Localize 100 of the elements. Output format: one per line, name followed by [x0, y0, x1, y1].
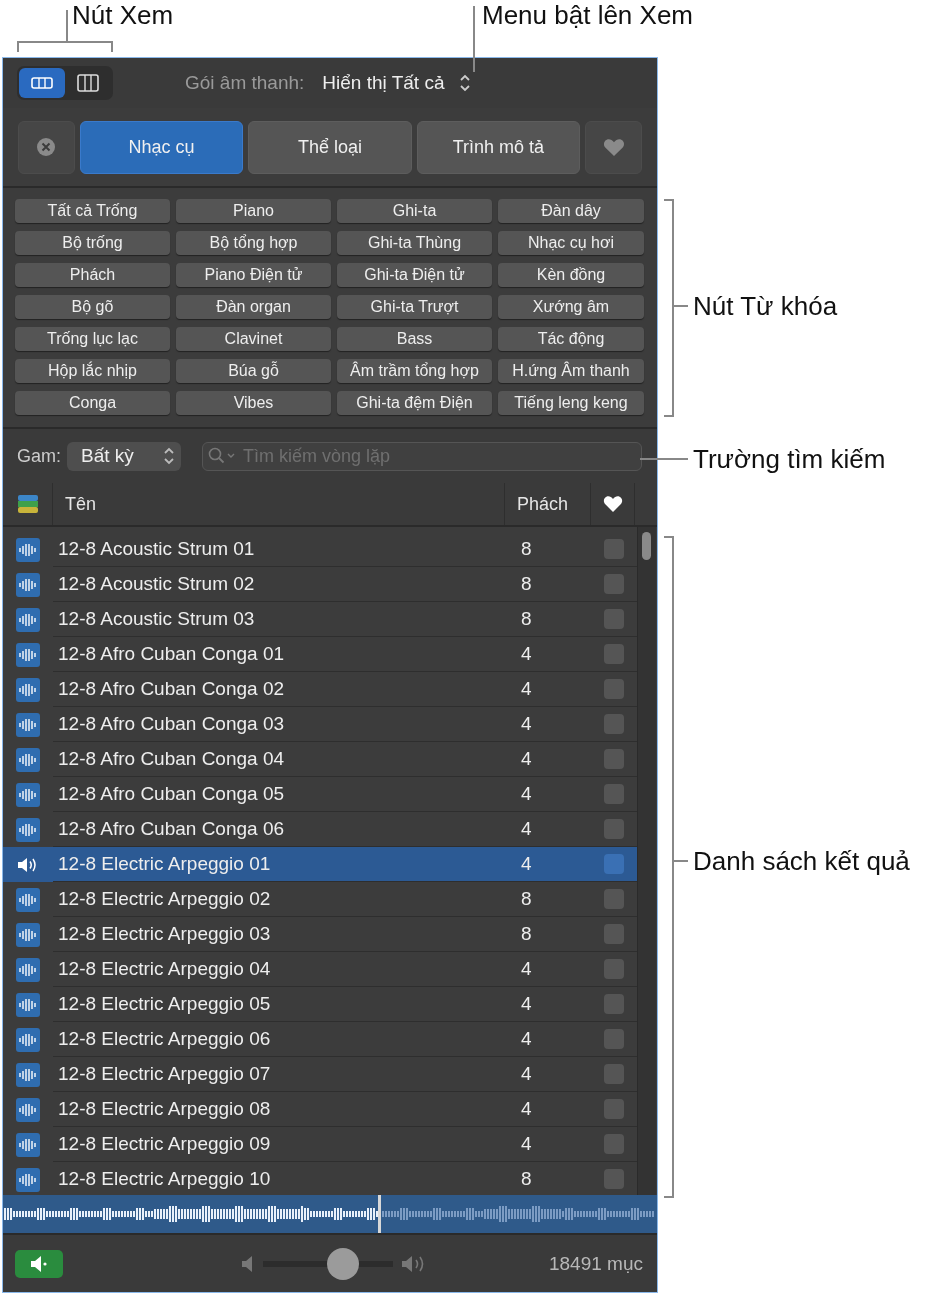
favorite-checkbox[interactable] [604, 784, 624, 804]
heart-icon[interactable] [602, 495, 623, 513]
keyword-button[interactable]: Piano Điện tử [176, 263, 331, 287]
table-row[interactable]: 12-8 Electric Arpeggio 07 4 [3, 1057, 637, 1092]
beats-value: 4 [511, 672, 591, 707]
table-row[interactable]: 12-8 Acoustic Strum 03 8 [3, 602, 637, 637]
favorite-checkbox[interactable] [604, 539, 624, 559]
table-row[interactable]: 12-8 Afro Cuban Conga 04 4 [3, 742, 637, 777]
keyword-button[interactable]: Tác động [498, 327, 644, 351]
table-row[interactable]: 12-8 Afro Cuban Conga 01 4 [3, 637, 637, 672]
keyword-button[interactable]: Conga [15, 391, 170, 415]
keyword-button[interactable]: Bass [337, 327, 492, 351]
favorite-checkbox[interactable] [604, 1029, 624, 1049]
table-row[interactable]: 12-8 Electric Arpeggio 06 4 [3, 1022, 637, 1057]
filter-tab[interactable]: Trình mô tả [416, 120, 581, 174]
scale-popup[interactable]: Bất kỳ [67, 441, 181, 471]
keyword-button[interactable]: Trống lục lạc [15, 327, 170, 351]
callout-label: Trường tìm kiếm [693, 444, 886, 474]
loop-name: 12-8 Electric Arpeggio 05 [53, 987, 511, 1022]
keyword-button[interactable]: Tất cả Trống [15, 199, 170, 223]
table-row[interactable]: 12-8 Electric Arpeggio 05 4 [3, 987, 637, 1022]
table-row[interactable]: 12-8 Electric Arpeggio 02 8 [3, 882, 637, 917]
keyword-button[interactable]: Bộ gõ [15, 295, 170, 319]
favorite-checkbox[interactable] [604, 889, 624, 909]
callout-label: Nút Từ khóa [693, 291, 838, 321]
favorite-checkbox[interactable] [604, 959, 624, 979]
loop-name: 12-8 Electric Arpeggio 04 [53, 952, 511, 987]
table-row[interactable]: 12-8 Electric Arpeggio 04 4 [3, 952, 637, 987]
keyword-button[interactable]: Ghi-ta Trượt [337, 295, 492, 319]
scrollbar[interactable] [637, 527, 656, 1195]
favorite-checkbox[interactable] [604, 1134, 624, 1154]
table-row[interactable]: 12-8 Afro Cuban Conga 05 4 [3, 777, 637, 812]
keyword-button[interactable]: Ghi-ta [337, 199, 492, 223]
favorite-checkbox[interactable] [604, 854, 624, 874]
favorite-checkbox[interactable] [604, 574, 624, 594]
keyword-button[interactable]: Đàn organ [176, 295, 331, 319]
row-view-icon [31, 77, 53, 89]
filter-tab[interactable]: Nhạc cụ [79, 120, 244, 174]
keyword-button[interactable]: Bộ trống [15, 231, 170, 255]
callout-label: Menu bật lên Xem [482, 0, 693, 30]
view-button[interactable] [19, 68, 65, 98]
table-row[interactable]: 12-8 Electric Arpeggio 08 4 [3, 1092, 637, 1127]
keyword-button[interactable]: Phách [15, 263, 170, 287]
close-icon [36, 137, 57, 157]
favorites-button[interactable] [585, 120, 642, 174]
favorite-checkbox[interactable] [604, 644, 624, 664]
favorite-checkbox[interactable] [604, 819, 624, 839]
keyword-button[interactable]: Piano [176, 199, 331, 223]
loop-name: 12-8 Afro Cuban Conga 04 [53, 742, 511, 777]
favorite-checkbox[interactable] [604, 609, 624, 629]
column-header[interactable]: Phách [505, 483, 591, 525]
scroll-thumb[interactable] [642, 532, 651, 560]
keyword-button[interactable]: Vibes [176, 391, 331, 415]
keyword-button[interactable]: Ghi-ta Thùng [337, 231, 492, 255]
table-row[interactable]: 12-8 Afro Cuban Conga 02 4 [3, 672, 637, 707]
table-row[interactable]: 12-8 Acoustic Strum 02 8 [3, 567, 637, 602]
loop-name: 12-8 Acoustic Strum 03 [53, 602, 511, 637]
favorite-checkbox[interactable] [604, 1169, 624, 1189]
keyword-button[interactable]: Xướng âm [498, 295, 644, 319]
table-row[interactable]: 12-8 Electric Arpeggio 01 4 [3, 847, 637, 882]
item-count: 18491 mục [549, 1252, 643, 1275]
favorite-checkbox[interactable] [604, 679, 624, 699]
volume-low-icon [241, 1254, 255, 1273]
keyword-button[interactable]: Clavinet [176, 327, 331, 351]
beats-value: 4 [511, 1057, 591, 1092]
table-row[interactable]: 12-8 Acoustic Strum 01 8 [3, 532, 637, 567]
favorite-checkbox[interactable] [604, 714, 624, 734]
beats-value: 4 [511, 1022, 591, 1057]
keyword-button[interactable]: Tiếng leng keng [498, 391, 644, 415]
favorite-checkbox[interactable] [604, 1099, 624, 1119]
favorite-checkbox[interactable] [604, 924, 624, 944]
loop-name: 12-8 Afro Cuban Conga 03 [53, 707, 511, 742]
volume-thumb[interactable] [326, 1247, 359, 1280]
keyword-button[interactable]: Nhạc cụ hơi [498, 231, 644, 255]
chevron-up-down-icon [458, 73, 471, 93]
waveform-display[interactable] [3, 1195, 657, 1233]
keyword-button[interactable]: Ghi-ta đệm Điện [337, 391, 492, 415]
sound-pack-popup[interactable]: Hiển thị Tất cả [322, 72, 471, 94]
favorite-checkbox[interactable] [604, 994, 624, 1014]
color-stripes-icon[interactable] [17, 495, 38, 513]
keyword-button[interactable]: Âm trầm tổng hợp [337, 359, 492, 383]
table-row[interactable]: 12-8 Afro Cuban Conga 03 4 [3, 707, 637, 742]
keyword-button[interactable]: Đàn dây [498, 199, 644, 223]
table-row[interactable]: 12-8 Electric Arpeggio 09 4 [3, 1127, 637, 1162]
favorite-checkbox[interactable] [604, 1064, 624, 1084]
keyword-button[interactable]: Hộp lắc nhịp [15, 359, 170, 383]
keyword-button[interactable]: Ghi-ta Điện tử [337, 263, 492, 287]
clear-button[interactable] [18, 120, 75, 174]
loop-name: 12-8 Afro Cuban Conga 01 [53, 637, 511, 672]
filter-tab[interactable]: Thể loại [248, 120, 412, 174]
beats-value: 8 [511, 917, 591, 952]
preview-speaker-button[interactable] [15, 1249, 63, 1278]
column-header[interactable]: Tên [53, 483, 505, 525]
table-row[interactable]: 12-8 Electric Arpeggio 03 8 [3, 917, 637, 952]
favorite-checkbox[interactable] [604, 749, 624, 769]
column-view-icon [77, 74, 99, 92]
keyword-button[interactable]: Kèn đồng [498, 263, 644, 287]
keyword-button[interactable]: H.ứng Âm thanh [498, 359, 644, 383]
keyword-button[interactable]: Bộ tổng hợp [176, 231, 331, 255]
keyword-button[interactable]: Búa gỗ [176, 359, 331, 383]
